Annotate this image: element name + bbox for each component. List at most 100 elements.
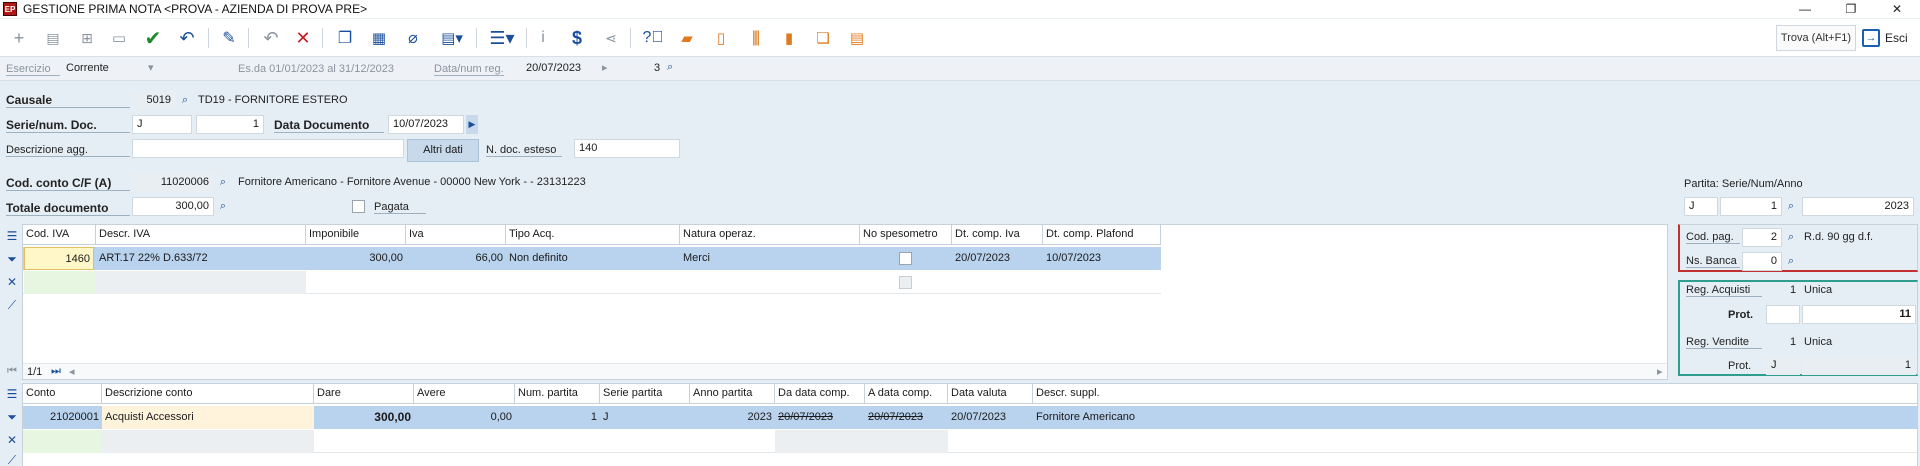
plus-icon[interactable]: + [6,25,32,51]
cell-natura[interactable]: Merci [680,247,860,270]
table-row[interactable]: 21020001 Acquisti Accessori 300,00 0,00 … [23,406,1917,429]
grid-menu-icon-2[interactable]: ☰ [4,386,20,402]
document-orange-icon[interactable]: ▮ [776,25,802,51]
folder-orange-icon[interactable]: ▰ [674,25,700,51]
prot-field[interactable]: 11 [1802,305,1916,324]
chevron-right-icon[interactable]: ▸ [602,61,608,74]
minimize-button[interactable]: — [1782,0,1828,18]
col-header-iva[interactable]: Iva [406,225,506,245]
col-header-dt-comp-iva[interactable]: Dt. comp. Iva [952,225,1043,245]
causale-code-field[interactable]: 5019 [132,91,176,110]
new-document-icon[interactable]: ▤ [40,25,66,51]
scroll-left-icon[interactable]: ◂ [69,365,75,378]
data-doc-field[interactable]: 10/07/2023 [388,115,464,134]
col-header-a-data-comp[interactable]: A data comp. [865,384,948,404]
cod-pag-search-icon[interactable]: ⌕ [1784,230,1798,244]
add-window-icon[interactable]: ⊞ [74,25,100,51]
document-search-icon[interactable]: ▯ [708,25,734,51]
col-header-dare[interactable]: Dare [314,384,414,404]
causale-search-icon[interactable]: ⌕ [178,93,192,107]
col-header-descr-iva[interactable]: Descr. IVA [96,225,306,245]
ns-banca-search-icon[interactable]: ⌕ [1784,254,1798,268]
cell-descr-suppl[interactable]: Fornitore Americano [1033,406,1917,429]
col-header-no-spesometro[interactable]: No spesometro [860,225,952,245]
scroll-right-icon[interactable]: ▸ [1657,365,1663,378]
col-header-cod-iva[interactable]: Cod. IVA [23,225,96,245]
col-header-da-data-comp[interactable]: Da data comp. [775,384,865,404]
prot-serie-field[interactable] [1766,305,1800,324]
dollar-icon[interactable]: $ [564,25,590,51]
filter-icon-2[interactable]: ⏷ [4,409,20,425]
cell-da-data-comp[interactable]: 20/07/2023 [775,406,865,429]
codconto-search-icon[interactable]: ⌕ [216,175,230,189]
chart-icon[interactable]: ⟋ [4,297,20,313]
num-doc-field[interactable]: 1 [196,115,264,134]
col-header-serie-partita[interactable]: Serie partita [600,384,690,404]
descr-agg-field[interactable] [132,139,404,158]
col-header-data-valuta[interactable]: Data valuta [948,384,1033,404]
cell-descr-conto[interactable]: Acquisti Accessori [102,406,314,429]
find-button[interactable]: Trova (Alt+F1) [1776,25,1856,51]
save-check-icon[interactable]: ✔ [140,25,166,51]
last-page-icon[interactable]: ⏭ [51,365,61,378]
filter-icon[interactable]: ⏷ [4,251,20,267]
table-row-empty[interactable] [23,430,1917,453]
prot2-field[interactable]: 1 [1802,356,1916,375]
col-header-num-partita[interactable]: Num. partita [515,384,600,404]
chart-icon-2[interactable]: ⟋ [4,452,20,466]
undo-icon[interactable]: ↶ [174,25,200,51]
attach-icon[interactable]: ⌀ [400,25,426,51]
cell-num-partita[interactable]: 1 [515,406,600,429]
col-header-conto[interactable]: Conto [23,384,102,404]
barcode-icon[interactable]: ||| [742,25,768,51]
search-icon[interactable]: ⌕ [667,61,673,74]
table-row[interactable]: 1460 ART.17 22% D.633/72 300,00 66,00 No… [23,247,1161,270]
exit-button[interactable]: → Esci [1862,25,1918,51]
edit-pencil-icon[interactable]: ✎ [216,25,242,51]
serie-field[interactable]: J [132,115,192,134]
cell-data-valuta[interactable]: 20/07/2023 [948,406,1033,429]
menu-dropdown-icon[interactable]: ☰▾ [484,25,520,51]
grid-menu-icon[interactable]: ☰ [4,228,20,244]
list-orange-icon[interactable]: ▤ [844,25,870,51]
cell-dt-comp-iva[interactable]: 20/07/2023 [952,247,1043,270]
info-icon[interactable]: i [530,25,556,51]
cell-conto[interactable]: 21020001 [23,406,102,429]
date-picker-arrow-icon[interactable]: ▶ [466,115,478,134]
share-icon[interactable]: ⋖ [598,25,624,51]
remove-filter-icon-2[interactable]: ✕ [4,432,20,448]
chevron-down-icon[interactable]: ▾ [148,61,154,74]
cell-dare[interactable]: 300,00 [314,406,414,429]
cell-anno-partita[interactable]: 2023 [690,406,775,429]
cell-avere[interactable]: 0,00 [414,406,515,429]
first-page-icon[interactable]: ⏮ [7,365,17,378]
col-header-dt-comp-plafond[interactable]: Dt. comp. Plafond [1043,225,1161,245]
totale-search-icon[interactable]: ⌕ [216,199,230,213]
copy-icon[interactable]: ❐ [332,25,358,51]
ndoc-esteso-field[interactable]: 140 [574,139,680,158]
cell-iva[interactable]: 66,00 [406,247,506,270]
cell-serie-partita[interactable]: J [600,406,690,429]
col-header-descr-conto[interactable]: Descrizione conto [102,384,314,404]
no-spesometro-checkbox-empty[interactable] [899,276,912,289]
cell-imponibile[interactable]: 300,00 [306,247,406,270]
col-header-tipo-acq[interactable]: Tipo Acq. [506,225,680,245]
document-dropdown-icon[interactable]: ▤▾ [434,25,470,51]
col-header-descr-suppl[interactable]: Descr. suppl. [1033,384,1917,404]
help-icon[interactable]: ?⃝ [640,25,666,51]
delete-x-icon[interactable]: ✕ [290,25,316,51]
num-reg-field[interactable]: 3 [654,62,660,74]
documents-orange-icon[interactable]: ❏ [810,25,836,51]
no-spesometro-checkbox[interactable] [899,252,912,265]
partita-num-field[interactable]: 1 [1720,197,1782,216]
restore-button[interactable]: ❐ [1828,0,1874,18]
open-folder-icon[interactable]: ▭ [106,25,132,51]
calendar-search-icon[interactable]: ▦ [366,25,392,51]
cell-descr-iva[interactable]: ART.17 22% D.633/72 [96,247,306,270]
cell-dt-comp-plafond[interactable]: 10/07/2023 [1043,247,1161,270]
remove-filter-icon[interactable]: ✕ [4,274,20,290]
close-button[interactable]: ✕ [1874,0,1920,18]
col-header-imponibile[interactable]: Imponibile [306,225,406,245]
partita-anno-field[interactable]: 2023 [1802,197,1914,216]
cell-tipo-acq[interactable]: Non definito [506,247,680,270]
